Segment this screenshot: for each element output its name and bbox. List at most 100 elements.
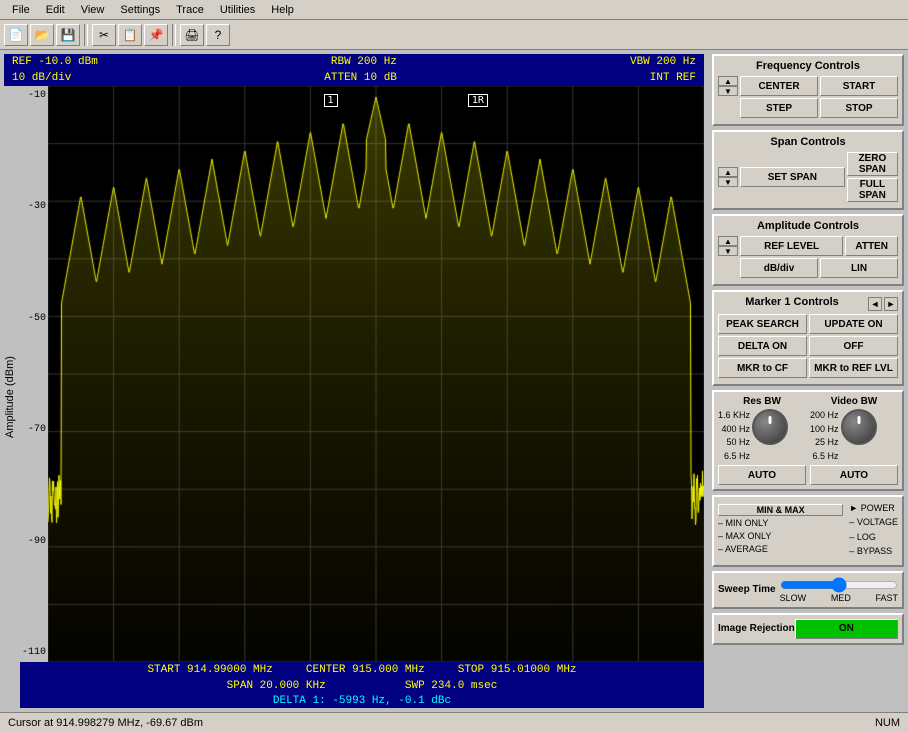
toolbar-print[interactable]: 🖨: [180, 24, 204, 46]
frequency-row1: ▲ ▼ CENTER START: [718, 76, 898, 96]
right-panel: Frequency Controls ▲ ▼ CENTER START STEP…: [708, 50, 908, 712]
span-row1: ▲ ▼ SET SPAN ZERO SPAN FULL SPAN: [718, 152, 898, 202]
db-div-btn[interactable]: dB/div: [740, 258, 818, 278]
menu-settings[interactable]: Settings: [112, 2, 168, 18]
sweep-controls: Sweep Time SLOW MED FAST: [712, 571, 904, 609]
marker-title-row: Marker 1 Controls ◄ ►: [718, 296, 898, 312]
res-bw-knob[interactable]: [752, 409, 788, 445]
sweep-labels: SLOW MED FAST: [780, 593, 898, 603]
spectrum-footer1: START 914.99000 MHz CENTER 915.000 MHz S…: [20, 662, 704, 678]
peak-search-btn[interactable]: PEAK SEARCH: [718, 314, 807, 334]
zero-span-btn[interactable]: ZERO SPAN: [847, 152, 898, 176]
spectrum-chart-container: -10 -30 -50 -70 -90 -110 1 1R: [20, 86, 704, 708]
res-bw-labels: 1.6 KHz 400 Hz 50 Hz 6.5 Hz: [718, 409, 750, 463]
res-bw-auto-btn[interactable]: AUTO: [718, 465, 806, 485]
y-scale-0: -10: [22, 90, 46, 101]
spectrum-header2: 10 dB/div ATTEN 10 dB INT REF: [4, 70, 704, 86]
amp-arrows: ▲ ▼: [718, 236, 738, 256]
marker-1-label: 1: [324, 94, 338, 107]
lin-btn[interactable]: LIN: [820, 258, 898, 278]
video-bw-title: Video BW: [810, 396, 898, 407]
amp-up-arrow[interactable]: ▲: [718, 236, 738, 246]
video-bw-label-0: 200 Hz: [810, 409, 839, 423]
power-labels: ► POWER – VOLTAGE – LOG – BYPASS: [849, 501, 898, 559]
off-btn[interactable]: OFF: [809, 336, 898, 356]
amplitude-row2: dB/div LIN: [718, 258, 898, 278]
frequency-controls: Frequency Controls ▲ ▼ CENTER START STEP…: [712, 54, 904, 126]
amplitude-title: Amplitude Controls: [718, 220, 898, 232]
center-btn[interactable]: CENTER: [740, 76, 818, 96]
toolbar-paste[interactable]: 📌: [144, 24, 168, 46]
toolbar-sep1: [84, 24, 88, 46]
toolbar-save[interactable]: 💾: [56, 24, 80, 46]
cursor-info: Cursor at 914.998279 MHz, -69.67 dBm: [8, 717, 203, 729]
log-label: LOG: [857, 532, 876, 542]
ref-level-btn[interactable]: REF LEVEL: [740, 236, 843, 256]
y-scale-2: -50: [22, 313, 46, 324]
toolbar-copy[interactable]: 📋: [118, 24, 142, 46]
y-scale: -10 -30 -50 -70 -90 -110: [20, 86, 48, 662]
minmax-items: – MIN ONLY – MAX ONLY – AVERAGE: [718, 517, 843, 555]
menu-view[interactable]: View: [73, 2, 113, 18]
int-ref-display: INT REF: [650, 72, 696, 84]
video-bw-knob[interactable]: [841, 409, 877, 445]
spectrum-footer2: SPAN 20.000 KHz SWP 234.0 msec: [20, 678, 704, 694]
menu-utilities[interactable]: Utilities: [212, 2, 263, 18]
spectrum-canvas[interactable]: 1 1R: [48, 86, 704, 662]
res-bw-label-0: 1.6 KHz: [718, 409, 750, 423]
toolbar-new[interactable]: 📄: [4, 24, 28, 46]
image-rejection-title: Image Rejection: [718, 623, 795, 634]
video-bw-group: Video BW 200 Hz 100 Hz 25 Hz 6.5 Hz AUTO: [810, 396, 898, 485]
bw-section: Res BW 1.6 KHz 400 Hz 50 Hz 6.5 Hz AUTO …: [718, 396, 898, 485]
mkr-to-cf-btn[interactable]: MKR to CF: [718, 358, 807, 378]
toolbar-open[interactable]: 📂: [30, 24, 54, 46]
sweep-slider[interactable]: [780, 577, 898, 593]
marker-title: Marker 1 Controls: [718, 296, 866, 308]
menu-help[interactable]: Help: [263, 2, 302, 18]
step-btn[interactable]: STEP: [740, 98, 818, 118]
full-span-btn[interactable]: FULL SPAN: [847, 178, 898, 202]
update-on-btn[interactable]: UPDATE ON: [809, 314, 898, 334]
y-scale-5: -110: [22, 647, 46, 658]
sweep-slow: SLOW: [780, 593, 807, 603]
set-span-btn[interactable]: SET SPAN: [740, 167, 845, 187]
toolbar-help[interactable]: ?: [206, 24, 230, 46]
start-freq: START 914.99000 MHz: [147, 664, 272, 676]
menu-file[interactable]: File: [4, 2, 38, 18]
minmax-btn[interactable]: MIN & MAX: [718, 504, 843, 516]
sweep-title: Sweep Time: [718, 584, 776, 595]
video-bw-label-3: 6.5 Hz: [810, 450, 839, 464]
freq-up-arrow[interactable]: ▲: [718, 76, 738, 86]
toolbar: 📄 📂 💾 ✂ 📋 📌 🖨 ?: [0, 20, 908, 50]
marker-next-btn[interactable]: ►: [884, 297, 898, 311]
mkr-to-ref-btn[interactable]: MKR to REF LVL: [809, 358, 898, 378]
swp-display: SWP 234.0 msec: [405, 680, 497, 692]
main-content: REF -10.0 dBm RBW 200 Hz VBW 200 Hz 10 d…: [0, 50, 908, 712]
voltage-label: VOLTAGE: [857, 517, 898, 527]
menubar: File Edit View Settings Trace Utilities …: [0, 0, 908, 20]
spectrum-header: REF -10.0 dBm RBW 200 Hz VBW 200 Hz: [4, 54, 704, 70]
menu-trace[interactable]: Trace: [168, 2, 212, 18]
video-bw-auto-btn[interactable]: AUTO: [810, 465, 898, 485]
freq-down-arrow[interactable]: ▼: [718, 86, 738, 96]
toolbar-sep2: [172, 24, 176, 46]
y-scale-4: -90: [22, 536, 46, 547]
atten-btn[interactable]: ATTEN: [845, 236, 898, 256]
span-down-arrow[interactable]: ▼: [718, 177, 738, 187]
stop-btn[interactable]: STOP: [820, 98, 898, 118]
marker-row1: PEAK SEARCH UPDATE ON: [718, 314, 898, 334]
span-display: SPAN 20.000 KHz: [227, 680, 326, 692]
start-btn[interactable]: START: [820, 76, 898, 96]
spectrum-main: -10 -30 -50 -70 -90 -110 1 1R: [20, 86, 704, 662]
toolbar-cut[interactable]: ✂: [92, 24, 116, 46]
delta-on-btn[interactable]: DELTA ON: [718, 336, 807, 356]
bypass-label: BYPASS: [857, 546, 892, 556]
marker-nav: ◄ ►: [868, 297, 898, 311]
span-up-arrow[interactable]: ▲: [718, 167, 738, 177]
amp-down-arrow[interactable]: ▼: [718, 246, 738, 256]
marker-prev-btn[interactable]: ◄: [868, 297, 882, 311]
res-bw-label-2: 50 Hz: [718, 436, 750, 450]
image-rejection-on-btn[interactable]: ON: [795, 619, 898, 639]
vbw-display: VBW 200 Hz: [630, 56, 696, 68]
menu-edit[interactable]: Edit: [38, 2, 73, 18]
